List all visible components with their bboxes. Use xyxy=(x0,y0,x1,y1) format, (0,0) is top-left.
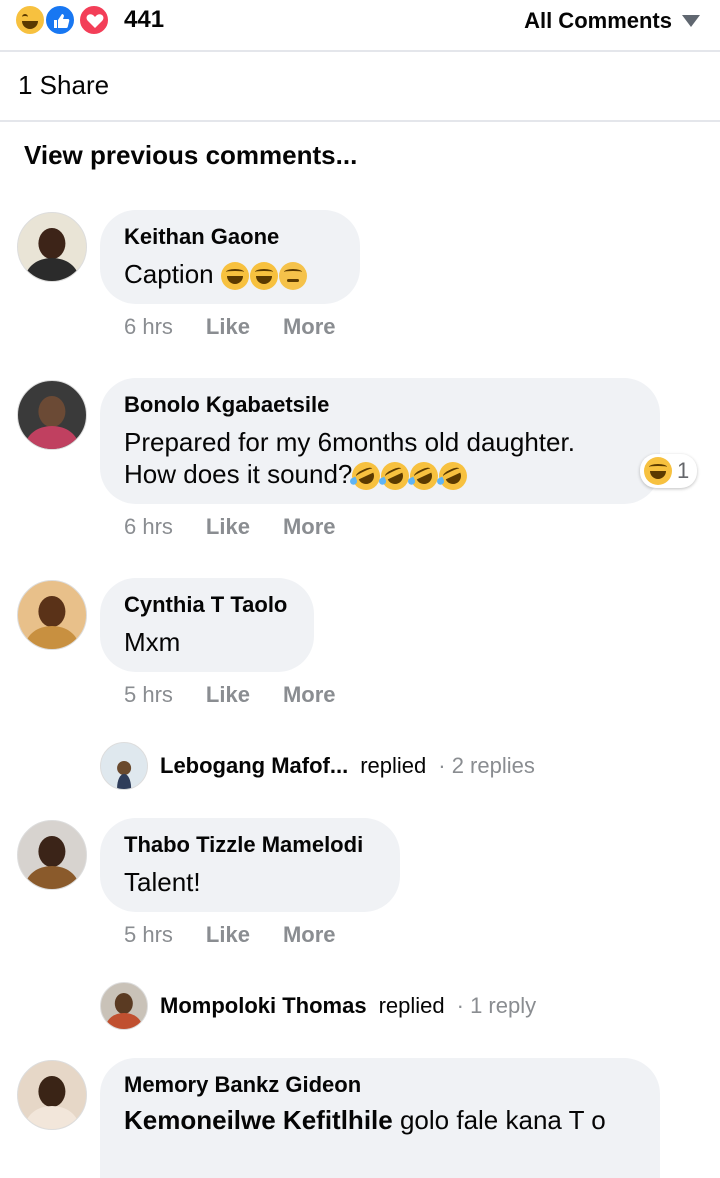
comment-reaction-badge[interactable]: 1 xyxy=(640,454,698,488)
chevron-down-icon xyxy=(682,15,700,27)
avatar[interactable] xyxy=(17,1060,87,1130)
avatar[interactable] xyxy=(17,212,87,282)
thinking-icon xyxy=(278,262,307,291)
view-previous-comments-link[interactable]: View previous comments... xyxy=(24,140,357,171)
comment-actions: 5 hrs Like More xyxy=(124,922,336,948)
reply-author: Mompoloki Thomas xyxy=(160,993,367,1018)
comment-time: 6 hrs xyxy=(124,314,173,339)
love-icon xyxy=(78,4,110,36)
comment-bubble: Thabo Tizzle Mamelodi Talent! xyxy=(100,818,400,912)
like-icon xyxy=(44,4,76,36)
reply-author: Lebogang Mafof... xyxy=(160,753,349,778)
comment-text: Mxm xyxy=(124,627,181,657)
comment-filter-dropdown[interactable]: All Comments xyxy=(524,8,700,34)
comment-text: Caption xyxy=(124,258,308,291)
share-row: 1 Share xyxy=(0,52,720,122)
reactions-bar: 441 All Comments xyxy=(0,0,720,52)
avatar xyxy=(100,982,148,1030)
reply-count: · 1 reply xyxy=(456,993,537,1018)
comment-filter-label: All Comments xyxy=(524,8,672,33)
comment-text-line: Prepared for my 6months old daughter. xyxy=(124,427,575,457)
reply-count: · 2 replies xyxy=(438,753,535,778)
replied-label: replied xyxy=(360,753,427,778)
comment-author[interactable]: Cynthia T Taolo xyxy=(124,592,287,618)
like-button[interactable]: Like xyxy=(206,314,250,340)
comment-time: 5 hrs xyxy=(124,682,173,707)
comment-author[interactable]: Keithan Gaone xyxy=(124,224,279,250)
comment-author[interactable]: Thabo Tizzle Mamelodi xyxy=(124,832,363,858)
haha-icon xyxy=(644,457,672,485)
haha-icon xyxy=(14,4,46,36)
rofl-icon xyxy=(405,457,443,495)
avatar[interactable] xyxy=(17,380,87,450)
comment-actions: 6 hrs Like More xyxy=(124,314,336,340)
rofl-icon xyxy=(434,457,472,495)
replied-label: replied xyxy=(378,993,445,1018)
grin-icon xyxy=(249,262,278,291)
more-button[interactable]: More xyxy=(283,922,336,948)
reaction-count[interactable]: 441 xyxy=(124,6,164,34)
comment-author[interactable]: Memory Bankz Gideon xyxy=(124,1072,361,1098)
avatar[interactable] xyxy=(17,580,87,650)
more-button[interactable]: More xyxy=(283,314,336,340)
comment-actions: 5 hrs Like More xyxy=(124,682,336,708)
tagged-user[interactable]: Kemoneilwe Kefitlhile xyxy=(124,1105,393,1135)
avatar[interactable] xyxy=(17,820,87,890)
grin-icon xyxy=(220,262,249,291)
share-count[interactable]: 1 Share xyxy=(18,70,109,101)
like-button[interactable]: Like xyxy=(206,514,250,540)
comment-reaction-count: 1 xyxy=(677,458,690,483)
replies-link[interactable]: Mompoloki Thomas replied · 1 reply xyxy=(100,982,536,1030)
comment-actions: 6 hrs Like More xyxy=(124,514,336,540)
like-button[interactable]: Like xyxy=(206,682,250,708)
like-button[interactable]: Like xyxy=(206,922,250,948)
avatar xyxy=(100,742,148,790)
rofl-icon xyxy=(347,457,385,495)
comment-author[interactable]: Bonolo Kgabaetsile xyxy=(124,392,329,418)
more-button[interactable]: More xyxy=(283,514,336,540)
comment-text: Kemoneilwe Kefitlhile golo fale kana T o xyxy=(124,1105,606,1135)
comment-time: 5 hrs xyxy=(124,922,173,947)
comment-bubble: Keithan Gaone Caption xyxy=(100,210,360,304)
comment-text: Talent! xyxy=(124,867,201,897)
comment-time: 6 hrs xyxy=(124,514,173,539)
rofl-icon xyxy=(376,457,414,495)
more-button[interactable]: More xyxy=(283,682,336,708)
comment-bubble: Cynthia T Taolo Mxm xyxy=(100,578,314,672)
comment-bubble: Memory Bankz Gideon Kemoneilwe Kefitlhil… xyxy=(100,1058,660,1178)
comment-text-line: How does it sound? xyxy=(124,457,472,495)
comment-bubble: Bonolo Kgabaetsile Prepared for my 6mont… xyxy=(100,378,660,504)
replies-link[interactable]: Lebogang Mafof... replied · 2 replies xyxy=(100,742,535,790)
